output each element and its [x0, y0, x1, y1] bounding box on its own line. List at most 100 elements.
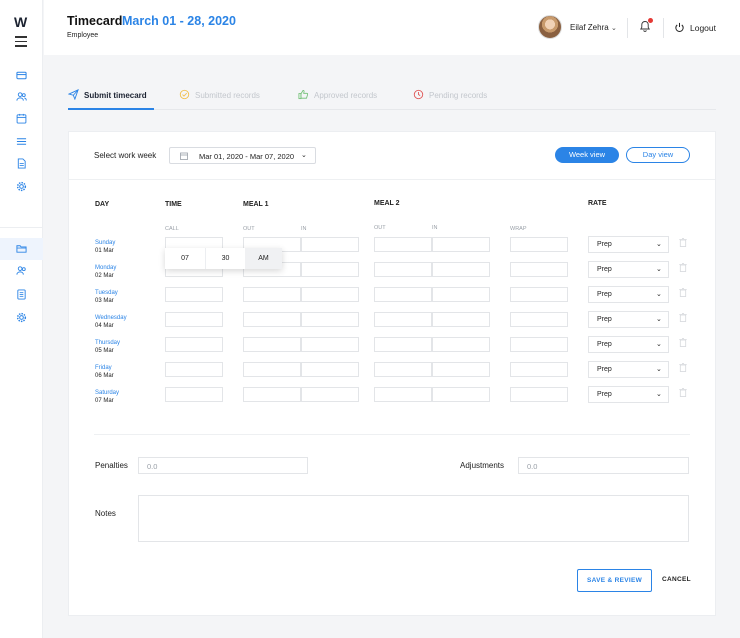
time-input[interactable] — [165, 287, 223, 302]
menu-icon[interactable] — [15, 36, 27, 50]
time-input[interactable] — [374, 287, 432, 302]
power-icon[interactable] — [674, 22, 685, 33]
time-input[interactable] — [301, 387, 359, 402]
users-icon[interactable] — [16, 91, 27, 102]
time-input[interactable] — [165, 337, 223, 352]
hour-field[interactable]: 07 — [165, 248, 205, 269]
trash-icon[interactable] — [679, 313, 687, 322]
week-view-button[interactable]: Week view — [555, 147, 619, 163]
time-input[interactable] — [432, 387, 490, 402]
time-input[interactable] — [243, 362, 301, 377]
day-date: 07 Mar — [95, 398, 114, 404]
tab-label: Pending records — [429, 91, 488, 100]
tab-submit-timecard[interactable]: Submit timecard — [68, 88, 154, 110]
sub-header-in: IN — [432, 225, 438, 231]
settings-icon[interactable] — [16, 181, 27, 192]
time-input[interactable] — [301, 362, 359, 377]
sub-header-out: OUT — [374, 225, 386, 231]
trash-icon[interactable] — [679, 338, 687, 347]
trash-icon[interactable] — [679, 263, 687, 272]
time-input[interactable] — [374, 362, 432, 377]
tab-approved-records[interactable]: Approved records — [298, 88, 388, 110]
time-input[interactable] — [510, 337, 568, 352]
time-input[interactable] — [510, 387, 568, 402]
folder-icon[interactable] — [16, 243, 27, 254]
time-input[interactable] — [374, 262, 432, 277]
time-input[interactable] — [243, 337, 301, 352]
time-input[interactable] — [243, 287, 301, 302]
card-icon[interactable] — [16, 70, 27, 81]
preferences-icon[interactable] — [16, 312, 27, 323]
time-input[interactable] — [243, 312, 301, 327]
time-input[interactable] — [165, 387, 223, 402]
team-icon[interactable] — [16, 265, 27, 276]
minute-field[interactable]: 30 — [205, 248, 245, 269]
chevron-down-icon: ⌄ — [656, 266, 662, 273]
time-input[interactable] — [510, 237, 568, 252]
user-name[interactable]: Eilaf Zehra — [570, 23, 609, 32]
time-input[interactable] — [243, 387, 301, 402]
time-picker[interactable]: 07 30 AM — [165, 248, 282, 269]
rate-select[interactable]: Prep ⌄ — [588, 336, 669, 353]
time-input[interactable] — [432, 262, 490, 277]
time-input[interactable] — [301, 287, 359, 302]
rate-select[interactable]: Prep ⌄ — [588, 386, 669, 403]
calendar-icon[interactable] — [16, 113, 27, 124]
records-icon[interactable] — [16, 289, 27, 300]
time-input[interactable] — [374, 237, 432, 252]
rate-select[interactable]: Prep ⌄ — [588, 261, 669, 278]
chevron-down-icon[interactable]: ⌄ — [611, 24, 617, 32]
tab-label: Approved records — [314, 91, 378, 100]
page-title: Timecard — [67, 14, 123, 28]
cancel-button[interactable]: CANCEL — [662, 576, 691, 583]
time-input[interactable] — [510, 287, 568, 302]
trash-icon[interactable] — [679, 363, 687, 372]
time-input[interactable] — [510, 262, 568, 277]
document-icon[interactable] — [16, 158, 27, 169]
day-view-button[interactable]: Day view — [626, 147, 690, 163]
time-input[interactable] — [374, 312, 432, 327]
day-date: 02 Mar — [95, 273, 114, 279]
trash-icon[interactable] — [679, 288, 687, 297]
trash-icon[interactable] — [679, 238, 687, 247]
adjustments-input[interactable]: 0.0 — [518, 457, 689, 474]
time-input[interactable] — [432, 287, 490, 302]
time-input[interactable] — [374, 387, 432, 402]
time-input[interactable] — [165, 362, 223, 377]
list-icon[interactable] — [16, 136, 27, 147]
time-input[interactable] — [165, 312, 223, 327]
tab-pending-records[interactable]: Pending records — [413, 88, 503, 110]
column-header-time: TIME — [165, 201, 182, 208]
notes-textarea[interactable] — [138, 495, 689, 542]
rate-select[interactable]: Prep ⌄ — [588, 311, 669, 328]
logout-button[interactable]: Logout — [690, 23, 716, 33]
chevron-down-icon: ⌄ — [656, 316, 662, 323]
time-input[interactable] — [510, 362, 568, 377]
avatar[interactable] — [538, 15, 562, 39]
save-review-button[interactable]: SAVE & REVIEW — [577, 569, 652, 592]
day-date: 05 Mar — [95, 348, 114, 354]
penalties-input[interactable]: 0.0 — [138, 457, 308, 474]
time-input[interactable] — [301, 312, 359, 327]
time-input[interactable] — [432, 312, 490, 327]
trash-icon[interactable] — [679, 388, 687, 397]
time-input[interactable] — [432, 237, 490, 252]
work-week-select[interactable]: Mar 01, 2020 - Mar 07, 2020 ⌄ — [169, 147, 316, 164]
day-name: Thursday — [95, 340, 121, 346]
time-input[interactable] — [374, 337, 432, 352]
rate-select[interactable]: Prep ⌄ — [588, 361, 669, 378]
time-input[interactable] — [301, 237, 359, 252]
time-input[interactable] — [510, 312, 568, 327]
time-input[interactable] — [301, 337, 359, 352]
time-input[interactable] — [432, 337, 490, 352]
time-input[interactable] — [301, 262, 359, 277]
time-input[interactable] — [432, 362, 490, 377]
tab-submitted-records[interactable]: Submitted records — [179, 88, 269, 110]
rate-value: Prep — [597, 241, 612, 248]
rate-select[interactable]: Prep ⌄ — [588, 236, 669, 253]
app-logo: W — [14, 14, 27, 30]
period-field[interactable]: AM — [245, 248, 282, 269]
day-name: Monday — [95, 265, 117, 271]
rate-value: Prep — [597, 341, 612, 348]
rate-select[interactable]: Prep ⌄ — [588, 286, 669, 303]
